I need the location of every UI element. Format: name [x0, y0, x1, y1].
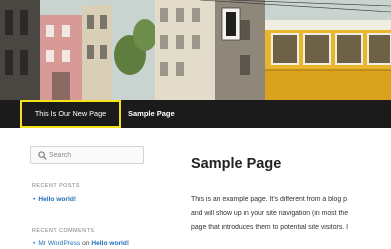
search-icon: [38, 151, 47, 160]
recent-post-link[interactable]: • Hello world!: [33, 196, 76, 203]
comment-post-link[interactable]: Hello world!: [91, 240, 129, 247]
recent-comment-item: • Mr WordPress on Hello world!: [33, 240, 129, 247]
recent-comments-title: RECENT COMMENTS: [32, 228, 95, 234]
comment-on-text: on: [82, 240, 90, 247]
header-image: [0, 0, 391, 100]
recent-posts-title: RECENT POSTS: [32, 183, 80, 189]
content-line: and will show up in your site navigation…: [191, 210, 349, 217]
page-title: Sample Page: [191, 156, 282, 172]
main-navigation: This Is Our New Page Sample Page: [0, 100, 391, 128]
nav-item-this-is-our-new-page[interactable]: This Is Our New Page: [20, 100, 121, 128]
content-line: This is an example page. It's different …: [191, 196, 347, 203]
comment-author-link[interactable]: Mr WordPress: [38, 240, 80, 247]
content-line: page that introduces them to potential s…: [191, 224, 349, 231]
search-form: [30, 146, 144, 164]
list-bullet: •: [33, 196, 36, 203]
recent-post-label[interactable]: Hello world!: [38, 196, 76, 203]
nav-item-sample-page[interactable]: Sample Page: [128, 100, 175, 128]
search-input[interactable]: [49, 148, 141, 162]
list-bullet: •: [33, 240, 36, 247]
